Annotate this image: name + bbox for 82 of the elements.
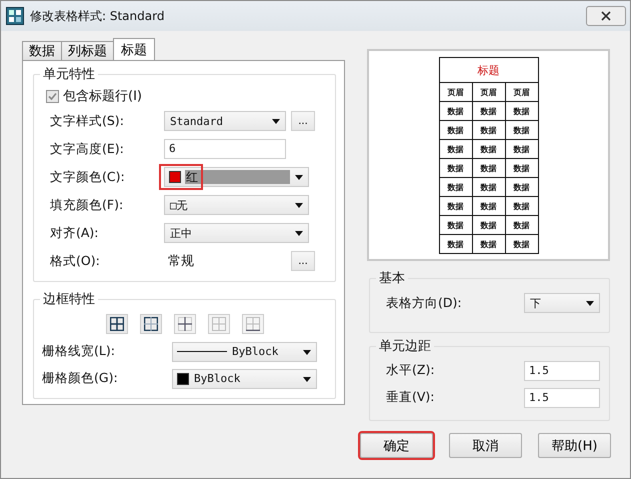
field-label: 格式(O):	[49, 252, 101, 270]
field-label: 表格方向(D):	[385, 294, 463, 312]
input-field[interactable]: 1.5	[524, 360, 600, 380]
caret-icon	[295, 231, 303, 236]
more-button[interactable]: ...	[291, 251, 315, 271]
dialog-button[interactable]: 取消	[449, 433, 522, 458]
table-cell: 数据	[472, 196, 505, 216]
table-cell: 数据	[439, 158, 472, 178]
border-button[interactable]	[106, 314, 128, 334]
table-cell: 数据	[505, 196, 538, 216]
table-cell: 数据	[472, 102, 505, 120]
border-button[interactable]	[242, 314, 264, 334]
dropdown[interactable]: ByBlock	[172, 342, 317, 362]
grid-icon	[178, 317, 192, 331]
table-cell: 数据	[505, 234, 538, 254]
table-cell: 数据	[439, 196, 472, 216]
table-cell: 数据	[505, 120, 538, 140]
dropdown[interactable]: 下	[524, 293, 600, 313]
close-icon	[601, 11, 611, 21]
field-label: 文字样式(S):	[49, 112, 125, 130]
caret-icon	[272, 119, 280, 124]
table-cell: 数据	[439, 216, 472, 234]
more-button[interactable]: ...	[291, 111, 315, 131]
table-cell: 数据	[472, 158, 505, 178]
border-button[interactable]	[140, 314, 162, 334]
caret-icon	[295, 175, 303, 180]
dropdown[interactable]: Standard	[164, 111, 286, 131]
field-label: 栅格颜色(G):	[41, 370, 119, 387]
app-icon	[6, 7, 24, 25]
table-cell: 数据	[439, 120, 472, 140]
caret-icon	[586, 301, 594, 306]
table-cell: 数据	[472, 234, 505, 254]
dialog-button[interactable]: 帮助(H)	[538, 433, 611, 458]
table-cell: 页眉	[472, 82, 505, 102]
group-title: 基本	[378, 270, 406, 287]
table-cell: 数据	[472, 120, 505, 140]
dropdown[interactable]: 正中	[164, 223, 309, 243]
group-title: 边框特性	[42, 291, 96, 308]
field-label: 对齐(A):	[49, 224, 100, 242]
table-cell: 数据	[505, 140, 538, 158]
line-sample	[177, 351, 227, 352]
dialog-button[interactable]: 确定	[360, 433, 433, 458]
border-button[interactable]	[174, 314, 196, 334]
window-title: 修改表格样式: Standard	[30, 8, 164, 24]
grid-icon	[212, 317, 226, 331]
table-cell: 页眉	[439, 82, 472, 102]
grid-icon	[144, 317, 158, 331]
tab[interactable]: 标题	[113, 38, 155, 60]
table-cell: 数据	[505, 178, 538, 196]
dropdown[interactable]: □无	[164, 195, 309, 215]
table-cell: 数据	[472, 216, 505, 234]
table-cell: 数据	[439, 178, 472, 196]
field-label: 文字颜色(C):	[49, 168, 126, 186]
field-label: 填充颜色(F):	[49, 196, 124, 214]
table-cell: 页眉	[505, 82, 538, 102]
table-cell: 数据	[472, 140, 505, 158]
field-label: 水平(Z):	[385, 362, 436, 379]
group-title: 单元边距	[378, 338, 432, 355]
table-cell: 数据	[505, 158, 538, 178]
table-cell: 数据	[505, 102, 538, 120]
table-cell: 数据	[439, 234, 472, 254]
field-label: 栅格线宽(L):	[41, 343, 116, 360]
field-label: 文字高度(E):	[49, 140, 125, 158]
table-cell: 数据	[439, 102, 472, 120]
caret-icon	[295, 203, 303, 208]
field-label: 垂直(V):	[385, 389, 436, 406]
group-title: 单元特性	[42, 66, 96, 83]
caret-icon	[303, 350, 311, 354]
dropdown[interactable]: ByBlock	[172, 368, 317, 388]
field-value: 常规	[167, 253, 195, 270]
tab[interactable]: 列标题	[61, 41, 114, 60]
input-field[interactable]: 6	[164, 139, 286, 159]
preview-title: 标题	[439, 58, 538, 82]
caret-icon	[303, 376, 311, 382]
grid-icon	[246, 317, 260, 331]
table-cell: 数据	[505, 216, 538, 234]
close-button[interactable]	[586, 6, 626, 26]
grid-icon	[110, 317, 124, 331]
input-field[interactable]: 1.5	[524, 388, 600, 408]
table-cell: 数据	[472, 178, 505, 196]
table-cell: 数据	[439, 140, 472, 158]
tab[interactable]: 数据	[22, 41, 62, 60]
